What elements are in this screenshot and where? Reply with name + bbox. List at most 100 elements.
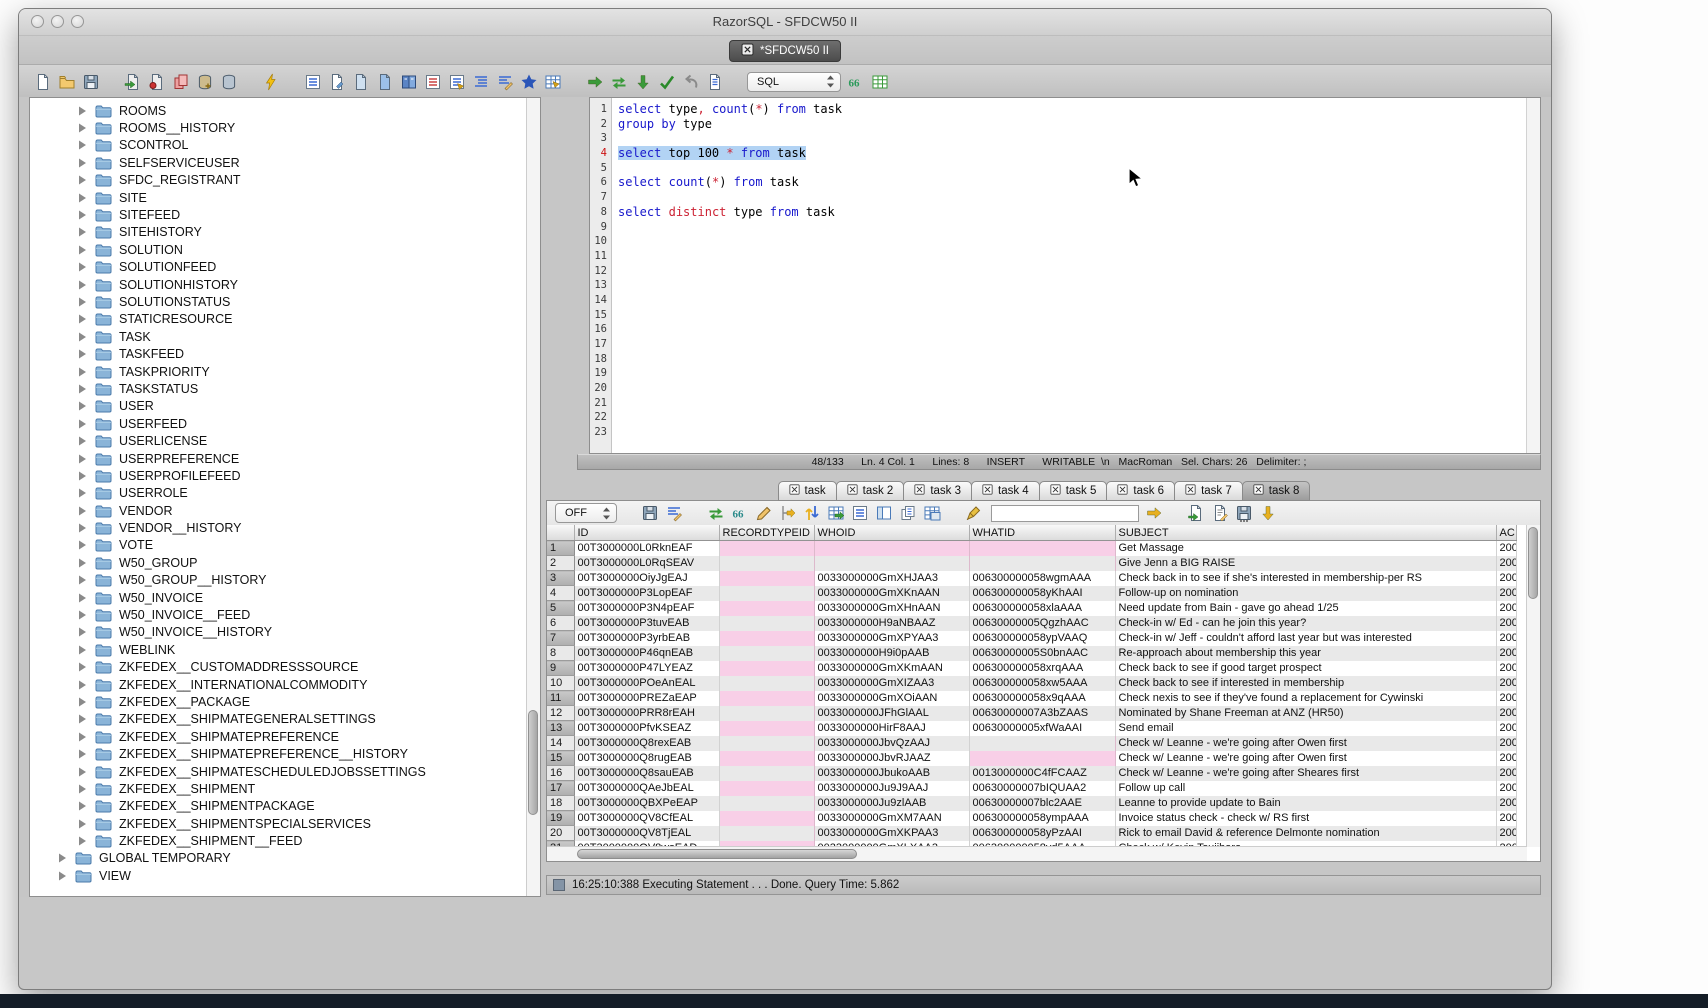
code-line-16[interactable] <box>618 322 1526 337</box>
disclosure-triangle-icon[interactable] <box>77 731 88 743</box>
filter-results-icon[interactable] <box>664 504 683 523</box>
disclosure-triangle-icon[interactable] <box>77 226 88 238</box>
statement-type-select[interactable]: SQL <box>747 72 841 92</box>
highlighter-icon[interactable] <box>964 504 983 523</box>
disclosure-triangle-icon[interactable] <box>77 505 88 517</box>
grid-cell[interactable]: 00T3000000P47LYEAZ <box>574 661 719 676</box>
grid-cell[interactable]: 00T3000000P3LopEAF <box>574 586 719 601</box>
tree-item-solution[interactable]: SOLUTION <box>30 241 526 258</box>
refresh-results-icon[interactable] <box>706 504 725 523</box>
grid-cell[interactable]: 006300000058xrqAAA <box>969 661 1115 676</box>
disclosure-triangle-icon[interactable] <box>77 487 88 499</box>
grid-cell[interactable]: 0033000000Ju9zlAAB <box>814 796 969 811</box>
disclosure-triangle-icon[interactable] <box>77 383 88 395</box>
row-number[interactable]: 4 <box>547 586 574 601</box>
tree-item-weblink[interactable]: WEBLINK <box>30 641 526 658</box>
tree-item-zkfedex-shipment[interactable]: ZKFEDEX__SHIPMENT <box>30 780 526 797</box>
grid-cell[interactable]: 00630000007A3bZAAS <box>969 706 1115 721</box>
grid-cell-null[interactable] <box>719 586 814 601</box>
tree-item-user[interactable]: USER <box>30 398 526 415</box>
grid-cell-null[interactable] <box>969 541 1115 556</box>
tree-item-solutionfeed[interactable]: SOLUTIONFEED <box>30 259 526 276</box>
grid-cell[interactable]: 00T3000000POeAnEAL <box>574 676 719 691</box>
tree-item-view[interactable]: VIEW <box>30 867 526 884</box>
column-header-whatid[interactable]: WHATID <box>969 525 1115 541</box>
row-number[interactable]: 1 <box>547 541 574 556</box>
disclosure-triangle-icon[interactable] <box>77 696 88 708</box>
grid-cell-null[interactable] <box>719 751 814 766</box>
sql-code-area[interactable]: select type, count(*) from taskgroup by … <box>612 98 1526 453</box>
grid-cell[interactable]: 00T3000000OiyJgEAJ <box>574 571 719 586</box>
column-header-ac[interactable]: AC <box>1496 525 1516 541</box>
sort-updown-icon[interactable] <box>802 504 821 523</box>
disclosure-triangle-icon[interactable] <box>57 870 68 882</box>
tree-item-rooms-history[interactable]: ROOMS__HISTORY <box>30 119 526 136</box>
grid-vertical-scrollbar-thumb[interactable] <box>1528 527 1538 599</box>
grid-cell-null[interactable] <box>969 556 1115 571</box>
sql-editor[interactable]: 1234567891011121314151617181920212223 se… <box>589 97 1541 454</box>
column-header-recordtypeid[interactable]: RECORDTYPEID <box>719 525 814 541</box>
disclosure-triangle-icon[interactable] <box>77 331 88 343</box>
copy-cells-icon[interactable] <box>898 504 917 523</box>
new-file-icon[interactable] <box>33 72 52 91</box>
grid-cell[interactable]: 0033000000GmXM7AAN <box>814 811 969 826</box>
tree-item-taskstatus[interactable]: TASKSTATUS <box>30 380 526 397</box>
disclosure-triangle-icon[interactable] <box>77 366 88 378</box>
code-line-21[interactable] <box>618 396 1526 411</box>
row-number[interactable]: 9 <box>547 661 574 676</box>
tree-item-sfdc-registrant[interactable]: SFDC_REGISTRANT <box>30 172 526 189</box>
disclosure-triangle-icon[interactable] <box>77 713 88 725</box>
close-tab-icon[interactable] <box>741 43 754 59</box>
describe-table-icon[interactable] <box>303 72 322 91</box>
tree-item-zkfedex-shipmentpackage[interactable]: ZKFEDEX__SHIPMENTPACKAGE <box>30 798 526 815</box>
disclosure-triangle-icon[interactable] <box>77 453 88 465</box>
code-line-2[interactable]: group by type <box>618 117 1526 132</box>
create-object-icon[interactable] <box>195 72 214 91</box>
grid-cell[interactable]: 0033000000Ju9J9AAJ <box>814 781 969 796</box>
close-tab-icon[interactable] <box>914 484 925 498</box>
result-tab-task-4[interactable]: task 4 <box>971 481 1040 501</box>
grid-cell[interactable]: Give Jenn a BIG RAISE <box>1115 556 1496 571</box>
grid-cell[interactable]: 0033000000GmXIZAA3 <box>814 676 969 691</box>
disclosure-triangle-icon[interactable] <box>77 557 88 569</box>
tree-item-sitehistory[interactable]: SITEHISTORY <box>30 224 526 241</box>
row-number[interactable]: 2 <box>547 556 574 571</box>
grid-cell[interactable]: Send email <box>1115 721 1496 736</box>
grid-cell[interactable]: 00T3000000PRR8rEAH <box>574 706 719 721</box>
grid-cell[interactable]: Check back in to see if she's interested… <box>1115 571 1496 586</box>
grid-cell[interactable]: 0033000000JbvQzAAJ <box>814 736 969 751</box>
grid-cell[interactable]: 200 <box>1496 541 1516 556</box>
grid-cell-null[interactable] <box>719 541 814 556</box>
tree-item-zkfedex-package[interactable]: ZKFEDEX__PACKAGE <box>30 693 526 710</box>
grid-cell-null[interactable] <box>969 751 1115 766</box>
result-tab-task[interactable]: task <box>778 481 837 501</box>
row-number[interactable]: 13 <box>547 721 574 736</box>
disclosure-triangle-icon[interactable] <box>77 574 88 586</box>
grid-cell-null[interactable] <box>719 736 814 751</box>
find-table-icon[interactable] <box>543 72 562 91</box>
row-number[interactable]: 20 <box>547 826 574 841</box>
grid-cell-null[interactable] <box>719 676 814 691</box>
copy-table-icon[interactable] <box>171 72 190 91</box>
code-line-5[interactable] <box>618 161 1526 176</box>
tree-item-sitefeed[interactable]: SITEFEED <box>30 206 526 223</box>
code-line-12[interactable] <box>618 264 1526 279</box>
code-line-11[interactable] <box>618 249 1526 264</box>
grid-cell[interactable]: 00T3000000Q8rugEAB <box>574 751 719 766</box>
grid-cell[interactable]: Check-in w/ Jeff - couldn't afford last … <box>1115 631 1496 646</box>
row-number[interactable]: 12 <box>547 706 574 721</box>
grid-cell[interactable]: 0033000000GmXKPAA3 <box>814 826 969 841</box>
tree-item-w50-invoice-history[interactable]: W50_INVOICE__HISTORY <box>30 624 526 641</box>
execute-all-icon[interactable] <box>609 72 628 91</box>
grid-cell[interactable]: 200 <box>1496 631 1516 646</box>
column-header-whoid[interactable]: WHOID <box>814 525 969 541</box>
row-number[interactable]: 17 <box>547 781 574 796</box>
grid-cell-null[interactable] <box>719 766 814 781</box>
save-results-icon[interactable] <box>640 504 659 523</box>
commit-check-icon[interactable] <box>657 72 676 91</box>
grid-cell[interactable]: 0033000000GmXHnAAN <box>814 601 969 616</box>
code-line-9[interactable] <box>618 220 1526 235</box>
code-line-20[interactable] <box>618 381 1526 396</box>
grid-cell-null[interactable] <box>719 631 814 646</box>
grid-cell[interactable]: 006300000058xlaAAA <box>969 601 1115 616</box>
